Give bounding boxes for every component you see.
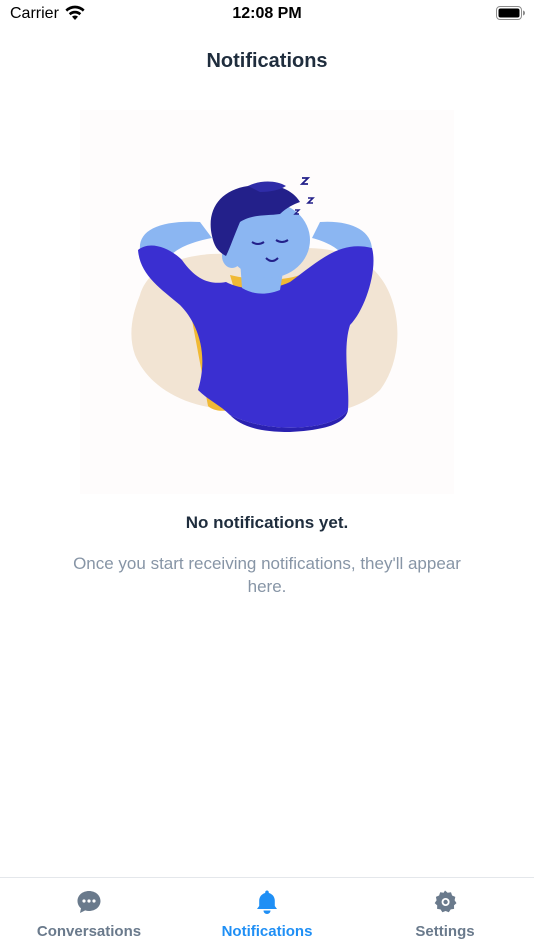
tab-settings[interactable]: Settings [356, 878, 534, 950]
tab-label-notifications: Notifications [221, 923, 313, 940]
empty-state-description: Once you start receiving notifications, … [73, 554, 461, 596]
page-title: Notifications [206, 50, 328, 72]
tab-notifications[interactable]: Notifications [178, 878, 356, 950]
tab-label-settings: Settings [415, 923, 475, 940]
notifications-screen: Carrier 12:08 PM Notifications No notifi… [0, 0, 534, 950]
battery-icon [496, 6, 525, 20]
sleeping-person-illustration [80, 110, 454, 494]
tab-conversations[interactable]: Conversations [0, 878, 178, 950]
bell-icon [257, 890, 277, 914]
status-bar: Carrier 12:08 PM [0, 0, 534, 28]
chat-bubble-icon [77, 891, 101, 913]
tab-label-conversations: Conversations [36, 923, 142, 940]
tab-bar: Conversations Notifications Settings [0, 877, 534, 950]
gear-icon [434, 890, 457, 913]
empty-state-title: No notifications yet. [185, 513, 349, 532]
status-time: 12:08 PM [232, 5, 302, 22]
